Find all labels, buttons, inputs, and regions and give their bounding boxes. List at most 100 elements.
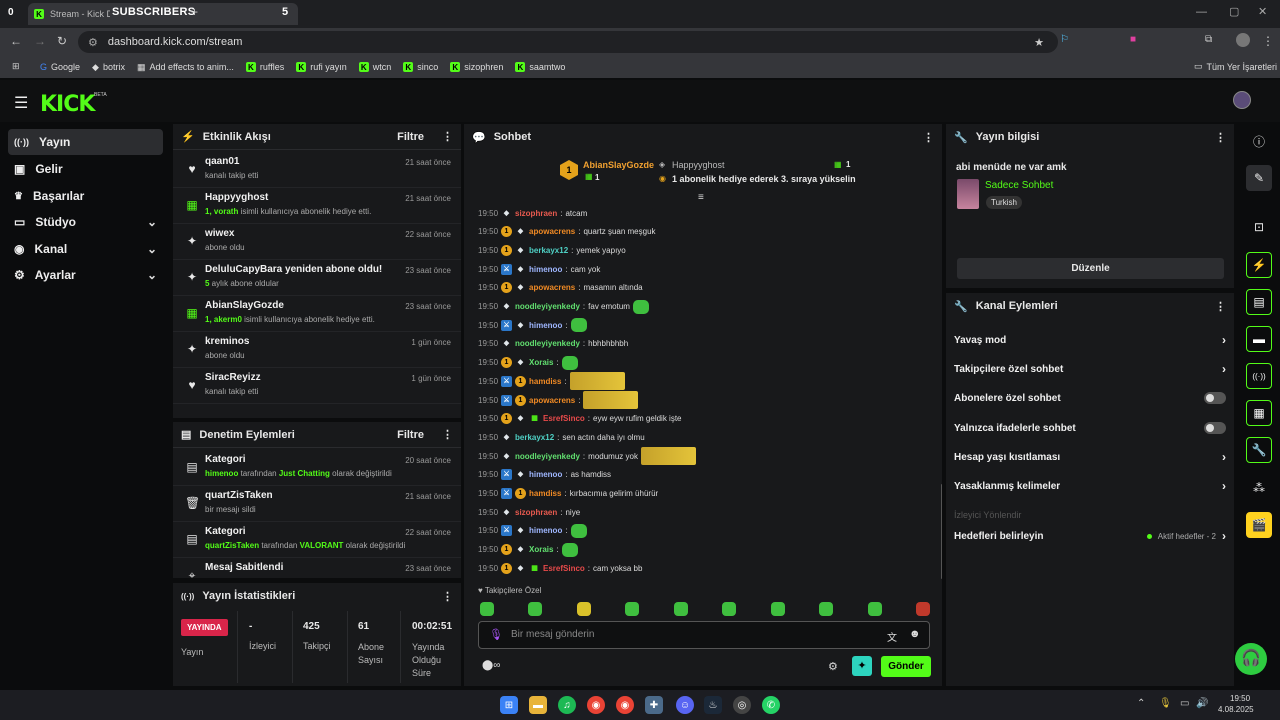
moderation-event[interactable]: ⌖ Mesaj Sabitlendi 23 saat önce [173, 558, 461, 578]
discord-icon[interactable]: ☺ [676, 696, 694, 714]
user-avatar[interactable] [1233, 91, 1251, 109]
message-username[interactable]: noodleyiyenkedy [515, 302, 580, 311]
bookmark-sinco[interactable]: Ksinco [403, 62, 438, 72]
bookmark-sizophren[interactable]: Ksizophren [450, 62, 503, 72]
info-icon[interactable]: ⓘ [1246, 128, 1272, 154]
message-username[interactable]: apowacrens [529, 227, 575, 236]
extension-icon[interactable]: ■ [1130, 34, 1136, 45]
bookmark-google[interactable]: G Google [40, 62, 80, 72]
activity-event[interactable]: ✦ DeluluCapyBara yeniden abone oldu! 5 ayl… [173, 260, 461, 296]
activity-event[interactable]: ✦ wiwex abone oldu 22 saat önce [173, 224, 461, 260]
sidebar-item-studyo[interactable]: ▭ Stüdyo ⌄ [8, 209, 163, 235]
bookmark-star-icon[interactable]: ★ [1034, 36, 1044, 49]
whatsapp-icon[interactable]: ✆ [762, 696, 780, 714]
sidebar-item-kanal[interactable]: ◉ Kanal ⌄ [8, 236, 163, 262]
message-username[interactable]: himenoo [529, 470, 562, 479]
more-options-icon[interactable]: ⋮ [1215, 300, 1226, 313]
site-info-icon[interactable]: ⚙ [88, 36, 98, 49]
edit-pencil-icon[interactable]: ✎ [1246, 165, 1272, 191]
channel-action-item[interactable]: Yalnızca ifadelerle sohbet [954, 417, 1226, 439]
toggle-switch[interactable] [1204, 392, 1226, 404]
quick-emote[interactable] [915, 602, 930, 616]
wrench-icon[interactable]: 🔧 [1246, 437, 1272, 463]
more-options-icon[interactable]: ⋮ [442, 590, 453, 603]
bookmark-ruffles[interactable]: Kruffles [245, 62, 284, 72]
second-gifter-name[interactable]: Happyyghost [672, 160, 725, 170]
quick-emote[interactable] [480, 602, 494, 616]
activity-event[interactable]: ♥ qaan01 kanalı takip etti 21 saat önce [173, 152, 461, 188]
chat-settings-icon[interactable]: ⚙ [828, 660, 838, 673]
quick-emote[interactable] [770, 602, 785, 616]
extension-icon[interactable]: ⚐ [1060, 34, 1069, 45]
chat-bubble-icon[interactable]: ▬ [1246, 326, 1272, 352]
clock-time[interactable]: 19:50 [1230, 694, 1250, 703]
file-explorer-icon[interactable]: ▬ [529, 696, 547, 714]
channel-action-item[interactable]: Yasaklanmış kelimeler › [954, 475, 1226, 497]
quick-emote[interactable] [528, 602, 543, 616]
channel-action-item[interactable]: Abonelere özel sohbet [954, 387, 1226, 409]
filter-button[interactable]: Filtre [397, 131, 424, 143]
message-username[interactable]: EsrefSinco [543, 564, 585, 573]
more-options-icon[interactable]: ⋮ [1215, 131, 1226, 144]
quick-emote[interactable] [673, 602, 688, 616]
message-username[interactable]: Xorais [529, 358, 553, 367]
channel-action-item[interactable]: Yavaş mod › [954, 329, 1226, 351]
activity-event[interactable]: ♥ SiracReyizz kanalı takip etti 1 gün önce [173, 368, 461, 404]
support-headset-icon[interactable]: 🎧 [1235, 643, 1267, 675]
apps-icon[interactable]: ⁂ [1246, 475, 1272, 501]
send-button[interactable]: Gönder [881, 656, 931, 677]
sidebar-item-yayin[interactable]: ((·)) Yayın [8, 129, 163, 155]
toggle-switch[interactable] [1204, 422, 1226, 434]
broadcast-icon[interactable]: ((·)) [1246, 363, 1272, 389]
message-username[interactable]: noodleyiyenkedy [515, 452, 580, 461]
maximize-icon[interactable]: ▢ [1229, 5, 1239, 18]
top-gifter-name[interactable]: AbianSlayGozde [583, 160, 654, 170]
chat-input-box[interactable]: 🎙 Bir mesaj gönderin 文 ☻ [478, 621, 930, 649]
bookmark-rufi-yayin[interactable]: Krufi yayın [296, 62, 347, 72]
message-username[interactable]: himenoo [529, 265, 562, 274]
menu-dots-icon[interactable]: ⋮ [1262, 34, 1274, 48]
sidebar-item-gelir[interactable]: ▣ Gelir [8, 156, 163, 182]
activity-event[interactable]: ▦ Happyyghost 1, vorath isimli kullanıcıya… [173, 188, 461, 224]
message-username[interactable]: apowacrens [529, 283, 575, 292]
obs-icon[interactable]: ◎ [733, 696, 751, 714]
reload-icon[interactable]: ↻ [57, 34, 67, 48]
quick-emote[interactable] [819, 602, 834, 616]
message-username[interactable]: hamdiss [529, 489, 561, 498]
volume-icon[interactable]: 🔊 [1196, 698, 1208, 709]
clock-date[interactable]: 4.08.2025 [1218, 705, 1254, 714]
quick-emote[interactable] [867, 602, 882, 616]
back-icon[interactable]: ← [10, 34, 22, 48]
app-icon[interactable]: ✚ [645, 696, 663, 714]
screenshot-icon[interactable]: ⊡ [1246, 214, 1272, 240]
message-username[interactable]: sizophraen [515, 508, 557, 517]
close-window-icon[interactable]: ✕ [1258, 5, 1267, 18]
extensions-icon[interactable]: ⧉ [1205, 34, 1212, 45]
message-username[interactable]: himenoo [529, 321, 562, 330]
new-tab-icon[interactable]: + [191, 5, 198, 19]
channel-action-item[interactable]: Takipçilere özel sohbet › [954, 358, 1226, 380]
quick-emote[interactable] [722, 602, 737, 616]
kick-logo[interactable]: KICK [40, 92, 95, 117]
lightning-icon[interactable]: ⚡ [1246, 252, 1272, 278]
sidebar-item-ayarlar[interactable]: ⚙ Ayarlar ⌄ [8, 262, 163, 288]
stream-category[interactable]: Sadece Sohbet [985, 180, 1053, 191]
points-icon[interactable]: ⬤∞ [482, 660, 500, 671]
chat-scrollbar[interactable] [941, 484, 942, 579]
start-menu-icon[interactable]: ⊞ [500, 696, 518, 714]
message-username[interactable]: apowacrens [529, 396, 575, 405]
message-username[interactable]: hamdiss [529, 377, 561, 386]
moderation-event[interactable]: ▤ Kategori himenoo tarafından Just Chattin… [173, 450, 461, 486]
more-options-icon[interactable]: ⋮ [442, 428, 453, 441]
emoji-icon[interactable]: ☻ [909, 628, 921, 640]
chrome-icon[interactable]: ◉ [587, 696, 605, 714]
tray-chevron-icon[interactable]: ⌃ [1137, 698, 1145, 709]
more-options-icon[interactable]: ⋮ [442, 130, 453, 143]
all-bookmarks[interactable]: ▭ Tüm Yer İşaretleri [1194, 61, 1277, 72]
translate-icon[interactable]: 文 [887, 629, 897, 644]
chrome-icon[interactable]: ◉ [616, 696, 634, 714]
moderation-event[interactable]: 🗑 quartZisTaken bir mesajı sildi 21 saat ön… [173, 486, 461, 522]
bookmark-add-effects[interactable]: ▦ Add effects to anim... [137, 62, 234, 73]
message-username[interactable]: Xorais [529, 545, 553, 554]
apps-grid-icon[interactable]: ⊞ [12, 61, 20, 72]
